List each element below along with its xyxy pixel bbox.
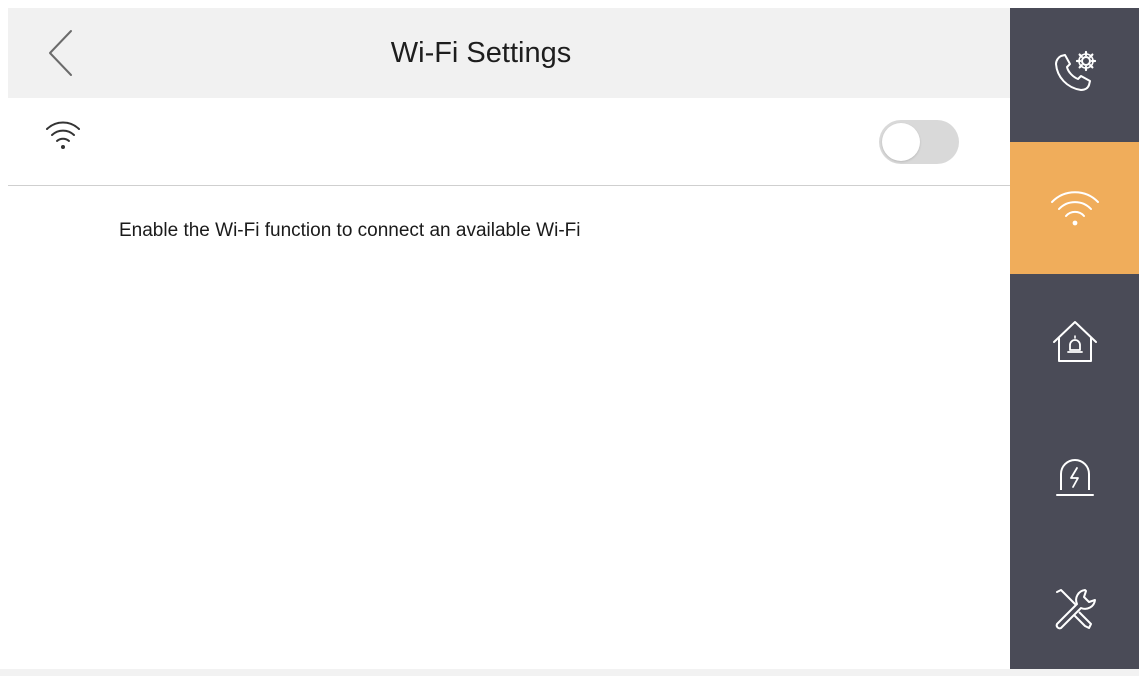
sidebar-item-wifi[interactable] xyxy=(1010,142,1139,274)
sidebar-item-home-alarm[interactable] xyxy=(1010,276,1139,408)
wifi-toggle-row xyxy=(8,98,1010,186)
main-panel: Wi-Fi Settings Enable the Wi-Fi function… xyxy=(8,8,1010,669)
chevron-left-icon xyxy=(49,30,72,76)
wifi-hint-text: Enable the Wi-Fi function to connect an … xyxy=(119,220,581,241)
back-button[interactable] xyxy=(38,28,88,78)
tools-icon xyxy=(1055,589,1096,630)
sidebar-item-call-settings[interactable] xyxy=(1010,8,1139,140)
screen: Wi-Fi Settings Enable the Wi-Fi function… xyxy=(0,0,1139,669)
wifi-icon xyxy=(1050,191,1099,226)
header-bar: Wi-Fi Settings xyxy=(8,8,1010,98)
home-alarm-icon xyxy=(1052,321,1097,362)
sidebar-item-alarm[interactable] xyxy=(1010,410,1139,542)
sidebar xyxy=(1010,8,1139,669)
call-settings-icon xyxy=(1054,50,1096,91)
toggle-knob xyxy=(882,123,920,161)
sidebar-item-maintenance[interactable] xyxy=(1010,544,1139,676)
alarm-light-icon xyxy=(1055,459,1094,496)
page-title: Wi-Fi Settings xyxy=(390,37,572,69)
wifi-icon xyxy=(46,121,80,149)
wifi-toggle-switch[interactable] xyxy=(879,120,959,164)
